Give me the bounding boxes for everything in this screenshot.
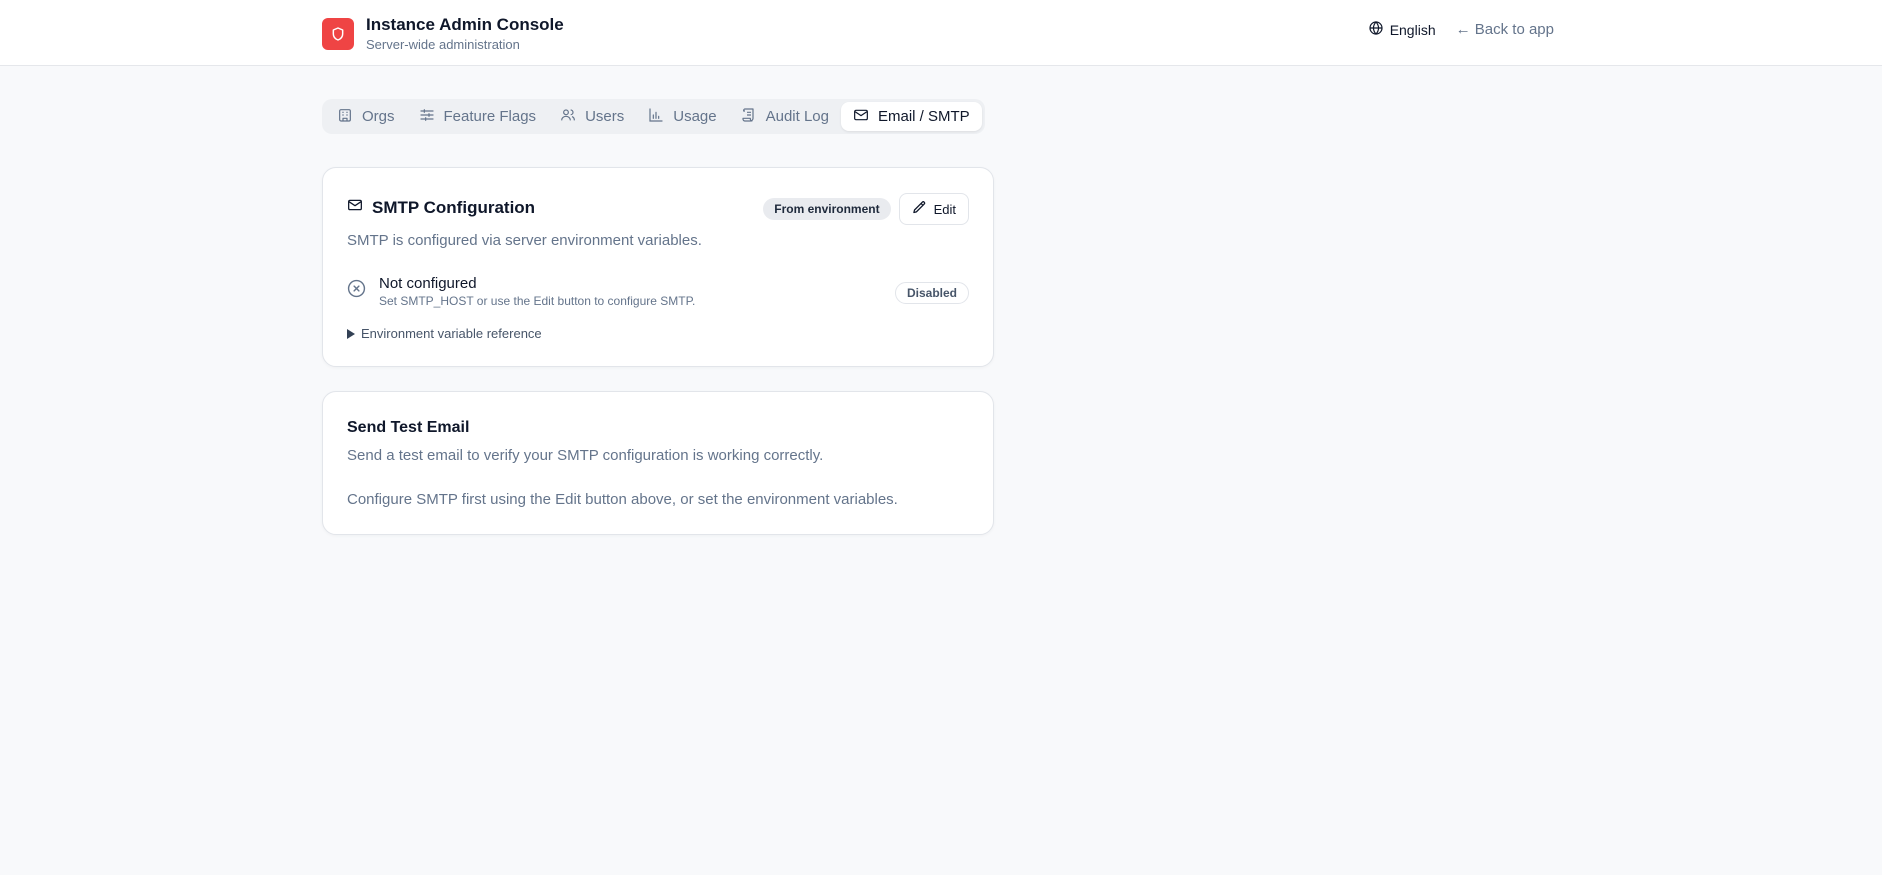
app-title: Instance Admin Console [366,15,564,34]
app-subtitle: Server-wide administration [366,37,520,52]
language-label: English [1389,21,1436,38]
card-description: Send a test email to verify your SMTP co… [347,447,824,464]
brand: Instance Admin Console Server-wide admin… [322,14,564,53]
globe-icon [1368,20,1384,39]
scroll-icon [741,107,757,127]
back-to-app-link[interactable]: ← Back to app [1456,21,1554,38]
status-title: Not configured [379,275,477,292]
smtp-configuration-card: SMTP Configuration From environment Edit… [322,167,994,367]
x-circle-icon [347,279,366,303]
tab-label: Usage [673,108,717,125]
card-title: Send Test Email [347,419,470,436]
tab-usage[interactable]: Usage [636,102,728,131]
admin-tabs: Orgs Feature Flags Users Usage Audit Log… [322,99,985,134]
tab-label: Users [585,108,625,125]
card-title: SMTP Configuration [372,197,536,217]
tab-audit-log[interactable]: Audit Log [729,102,841,131]
source-badge: From environment [763,198,891,220]
language-selector[interactable]: English [1368,20,1436,39]
mail-icon [347,197,363,218]
tab-users[interactable]: Users [548,102,636,131]
tab-feature-flags[interactable]: Feature Flags [407,102,549,131]
send-test-email-card: Send Test Email Send a test email to ver… [322,391,994,535]
status-badge: Disabled [894,282,969,304]
shield-logo-icon [322,17,354,50]
edit-button[interactable]: Edit [898,193,969,225]
env-reference-toggle[interactable]: Environment variable reference [347,326,542,341]
pencil-icon [912,200,927,218]
tab-label: Audit Log [765,108,829,125]
top-bar: Instance Admin Console Server-wide admin… [0,0,1882,66]
tab-label: Orgs [362,108,395,125]
triangle-right-icon [347,328,355,339]
tab-label: Feature Flags [443,108,537,125]
tab-orgs[interactable]: Orgs [325,102,407,131]
mail-icon [853,107,869,127]
smtp-status: Not configured Set SMTP_HOST or use the … [347,275,969,308]
tab-email-smtp[interactable]: Email / SMTP [840,102,982,131]
building-icon [337,107,353,127]
edit-label: Edit [933,201,956,217]
card-description: SMTP is configured via server environmen… [347,232,702,249]
users-icon [560,107,576,127]
status-detail: Set SMTP_HOST or use the Edit button to … [379,294,696,308]
env-reference-label: Environment variable reference [361,326,542,341]
tab-label: Email / SMTP [877,108,970,125]
bar-chart-icon [648,107,664,127]
sliders-icon [419,107,435,127]
configure-first-note: Configure SMTP first using the Edit butt… [347,491,898,508]
